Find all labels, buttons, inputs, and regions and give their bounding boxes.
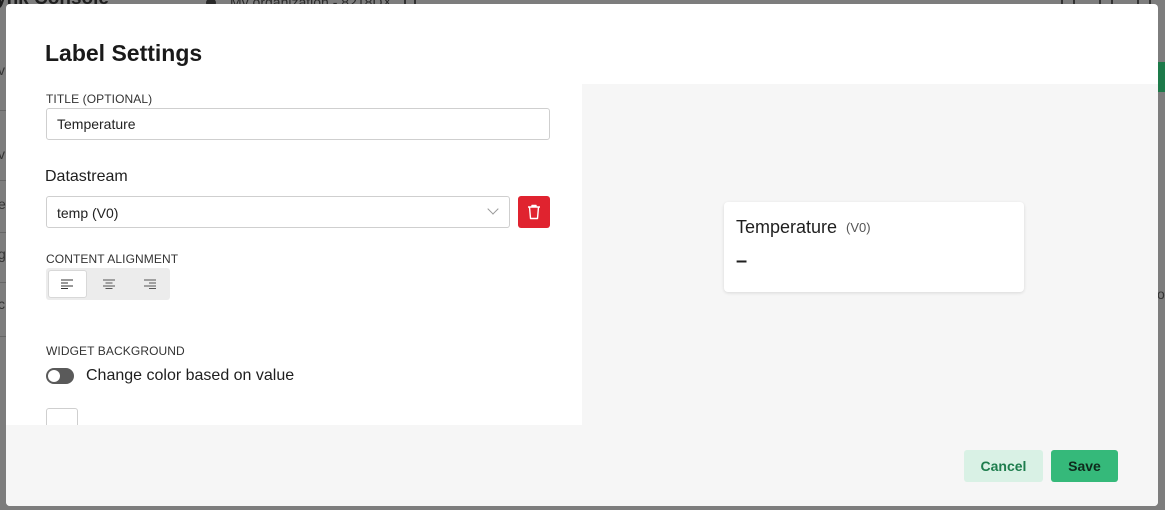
background-primary-button — [1157, 62, 1165, 92]
align-right-button[interactable] — [129, 268, 170, 300]
widget-preview-pane: Temperature (V0) – — [582, 84, 1158, 425]
alignment-toggle-group — [46, 268, 170, 300]
modal-title: Label Settings — [45, 40, 203, 66]
widget-preview-title: Temperature — [736, 217, 838, 237]
background-side-text: v — [0, 62, 5, 78]
color-by-value-label: Change color based on value — [86, 367, 295, 384]
background-side-text: c — [0, 296, 5, 312]
background-right-text: o — [1157, 286, 1165, 302]
widget-preview-pin: (V0) — [846, 220, 871, 235]
alignment-label: CONTENT ALIGNMENT — [46, 252, 179, 266]
datastream-heading: Datastream — [45, 168, 128, 185]
widget-preview-value: – — [736, 250, 748, 272]
background-side-text: v — [0, 146, 5, 162]
toggle-knob — [48, 370, 60, 382]
color-by-value-toggle[interactable] — [46, 368, 74, 384]
delete-datastream-button[interactable] — [518, 196, 550, 228]
datastream-select[interactable]: temp (V0) — [46, 196, 510, 228]
background-color-swatch[interactable] — [46, 408, 78, 425]
background-side-text: e — [0, 196, 6, 212]
align-center-icon — [103, 279, 116, 289]
chevron-down-icon — [487, 203, 499, 215]
title-field-label: TITLE (OPTIONAL) — [46, 92, 153, 106]
widget-background-label: WIDGET BACKGROUND — [46, 344, 185, 358]
background-side-text: g — [0, 246, 6, 262]
datastream-selected-value: temp (V0) — [57, 205, 119, 221]
cancel-button[interactable]: Cancel — [964, 450, 1043, 482]
label-settings-modal: Label Settings TITLE (OPTIONAL) Datastre… — [6, 4, 1158, 506]
save-button[interactable]: Save — [1051, 450, 1118, 482]
align-left-icon — [61, 279, 74, 289]
trash-icon — [528, 204, 540, 220]
align-left-button[interactable] — [48, 270, 87, 298]
align-right-icon — [143, 279, 156, 289]
settings-form: TITLE (OPTIONAL) Datastream temp (V0) CO… — [6, 84, 582, 425]
modal-footer: Cancel Save — [6, 425, 1158, 506]
label-widget-preview: Temperature (V0) – — [724, 202, 1024, 292]
title-input[interactable] — [46, 108, 550, 140]
align-center-button[interactable] — [89, 268, 130, 300]
